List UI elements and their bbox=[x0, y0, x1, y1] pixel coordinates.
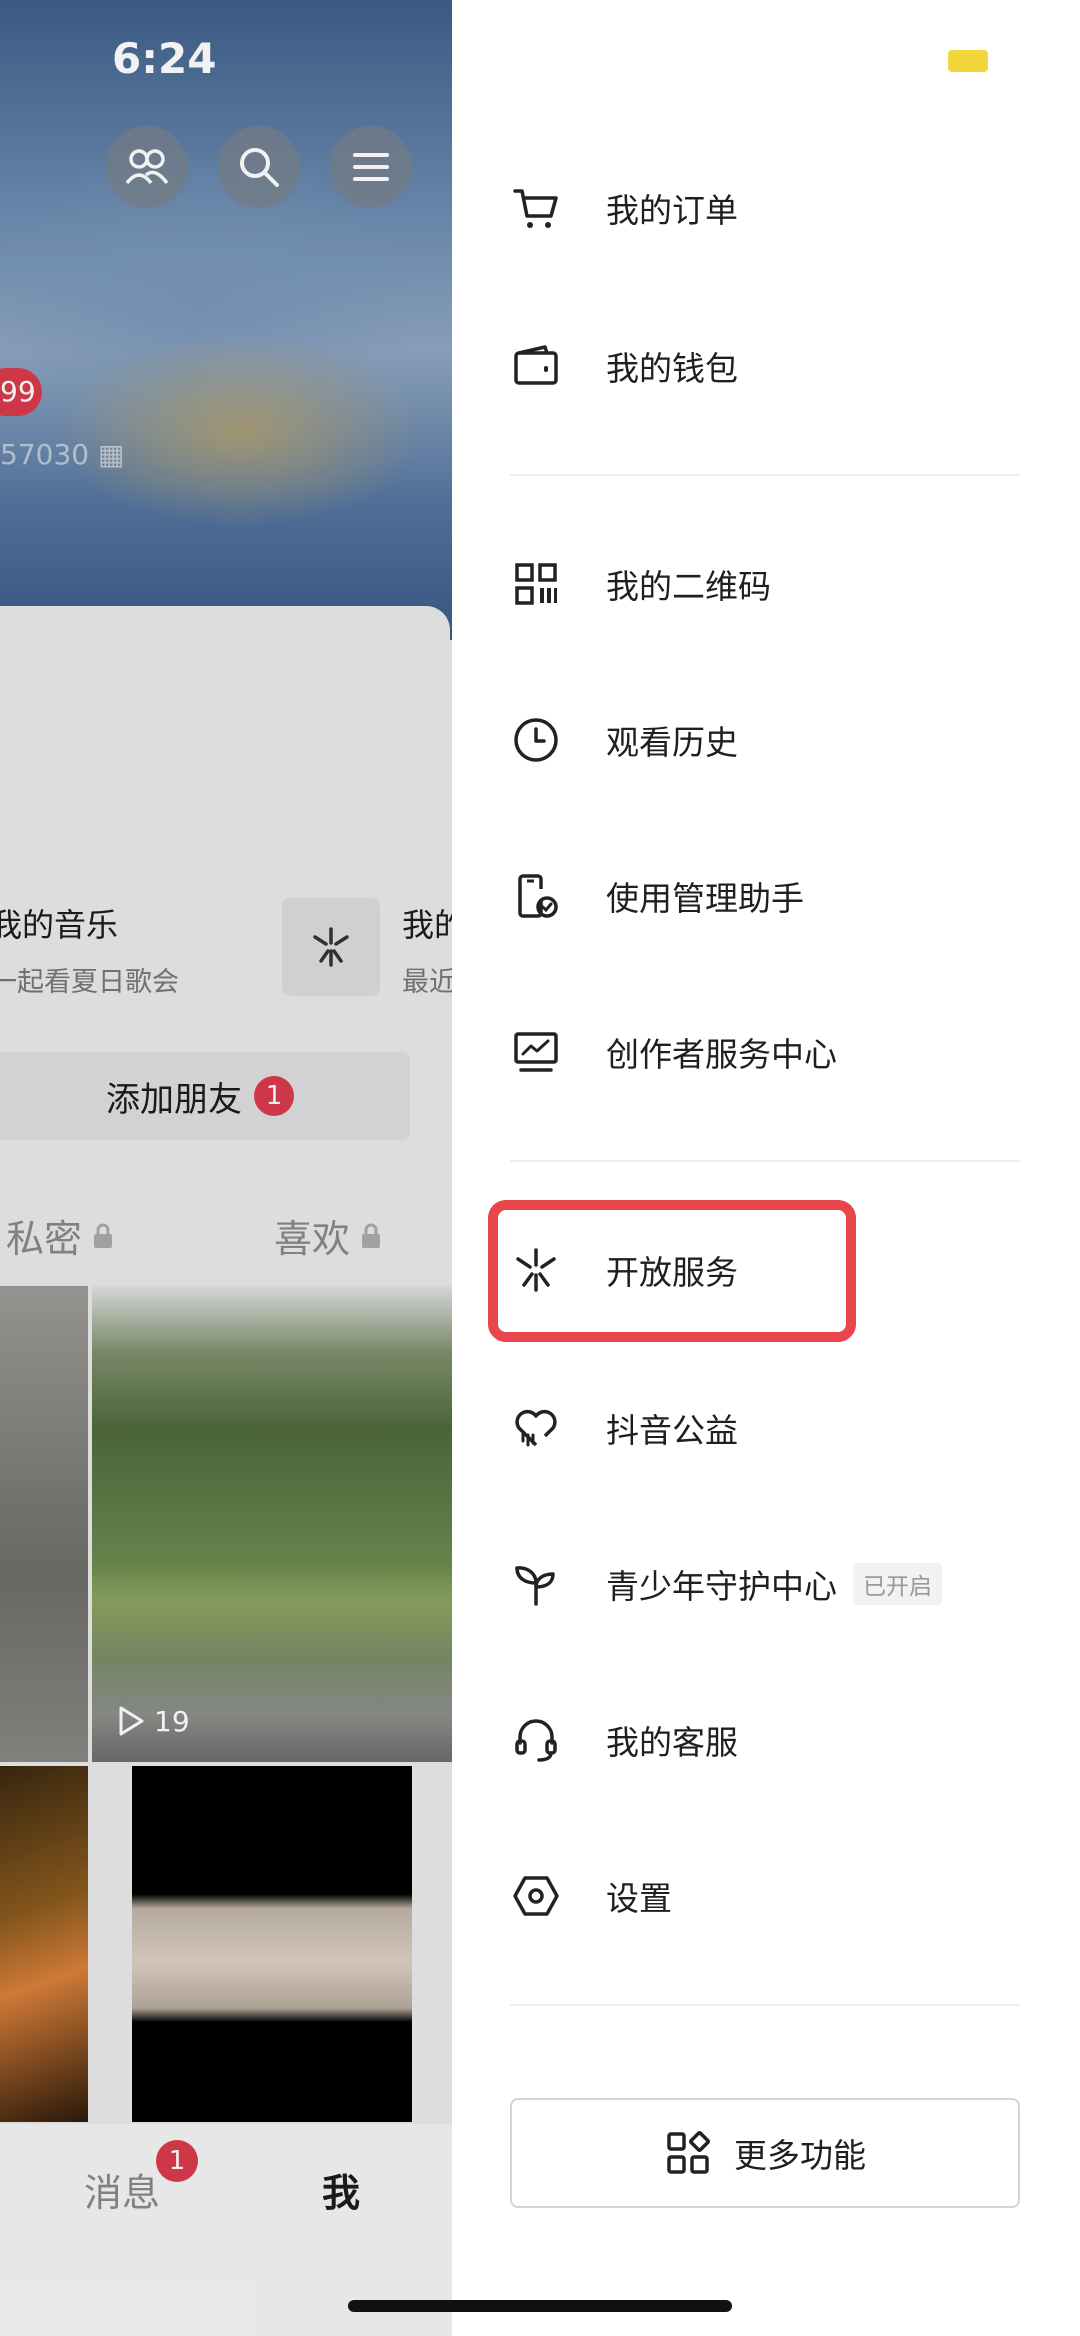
phone-check-icon bbox=[508, 868, 564, 924]
drawer-item-label: 我的钱包 bbox=[606, 349, 738, 388]
drawer-item-creator-center[interactable]: 创作者服务中心 bbox=[508, 1002, 1028, 1102]
drawer-item-label: 观看历史 bbox=[606, 723, 738, 762]
drawer-item-label: 设置 bbox=[606, 1879, 672, 1918]
more-features-label: 更多功能 bbox=[734, 2136, 866, 2175]
drawer-item-settings[interactable]: 设置 bbox=[508, 1846, 1028, 1946]
home-indicator[interactable] bbox=[348, 2300, 732, 2312]
drawer-item-label: 我的客服 bbox=[606, 1723, 738, 1762]
drawer-item-label: 使用管理助手 bbox=[606, 879, 804, 918]
enabled-tag: 已开启 bbox=[853, 1563, 942, 1605]
highlight-box bbox=[488, 1200, 856, 1342]
battery-icon bbox=[948, 50, 988, 72]
more-features-button[interactable]: 更多功能 bbox=[510, 2098, 1020, 2208]
drawer-item-orders[interactable]: 我的订单 bbox=[508, 158, 1028, 258]
drawer-item-label: 抖音公益 bbox=[606, 1411, 738, 1450]
drawer-item-usage-assistant[interactable]: 使用管理助手 bbox=[508, 846, 1028, 946]
hexagon-gear-icon bbox=[508, 1868, 564, 1924]
drawer-item-qrcode[interactable]: 我的二维码 bbox=[508, 534, 1028, 634]
drawer-item-wallet[interactable]: 我的钱包 bbox=[508, 316, 1028, 416]
wallet-icon bbox=[508, 338, 564, 394]
drawer-item-charity[interactable]: 抖音公益 bbox=[508, 1378, 1028, 1478]
drawer-item-teen-mode[interactable]: 青少年守护中心 已开启 bbox=[508, 1534, 1028, 1634]
drawer-item-customer-service[interactable]: 我的客服 bbox=[508, 1690, 1028, 1790]
drawer-item-label: 我的订单 bbox=[606, 191, 738, 230]
drawer-overlay[interactable] bbox=[0, 0, 452, 2336]
divider bbox=[510, 2004, 1020, 2006]
drawer-item-label: 青少年守护中心 bbox=[606, 1567, 837, 1606]
divider bbox=[510, 1160, 1020, 1162]
heart-hand-icon bbox=[508, 1400, 564, 1456]
profile-background-page: 6:24 99 57030 ▦ 我的音乐 一起看夏日歌会 我的 最近 添加朋友 … bbox=[0, 0, 452, 2336]
divider bbox=[510, 474, 1020, 476]
headset-icon bbox=[508, 1712, 564, 1768]
chart-monitor-icon bbox=[508, 1024, 564, 1080]
drawer-item-history[interactable]: 观看历史 bbox=[508, 690, 1028, 790]
drawer-item-label: 创作者服务中心 bbox=[606, 1035, 837, 1074]
apps-grid-icon bbox=[667, 2130, 711, 2174]
drawer-item-label: 我的二维码 bbox=[606, 567, 771, 606]
cart-icon bbox=[508, 180, 564, 236]
sprout-icon bbox=[508, 1556, 564, 1612]
clock-icon bbox=[508, 712, 564, 768]
qrcode-icon bbox=[508, 556, 564, 612]
